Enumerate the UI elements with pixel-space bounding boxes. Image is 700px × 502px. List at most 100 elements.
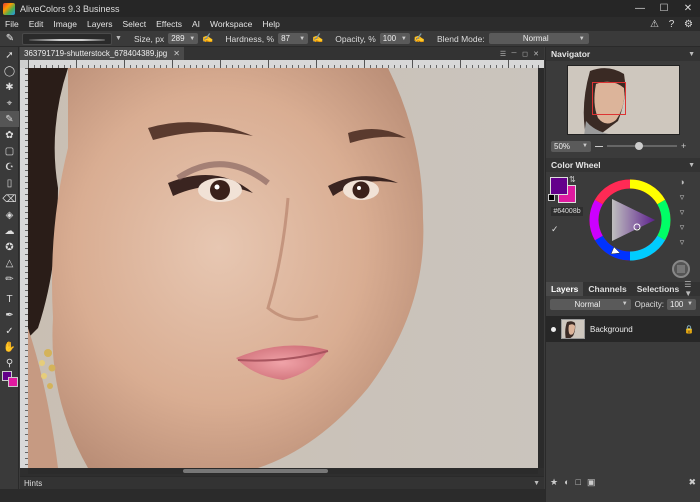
zoom-tool-icon[interactable]: ⚲	[0, 355, 19, 371]
close-tab-icon[interactable]: ✕	[173, 49, 180, 58]
layer-row[interactable]: Background 🔒	[546, 316, 700, 342]
size-input[interactable]: 289 ▼	[168, 33, 199, 44]
color-harmony-icon[interactable]: ▿	[676, 191, 688, 203]
zoom-slider-thumb[interactable]	[635, 142, 643, 150]
layers-footer-toolbar: ★ ◐ □ ▣ ✖	[546, 475, 700, 489]
gradient-tool-icon[interactable]: ▢	[0, 143, 19, 159]
panel-menu-icon[interactable]: ☰ ▼	[684, 280, 700, 298]
tab-list-icon[interactable]: ☰	[499, 50, 507, 58]
hue-wheel[interactable]	[589, 179, 671, 261]
menu-help[interactable]: Help	[257, 19, 284, 29]
tab-selections[interactable]: Selections	[632, 282, 685, 296]
hardness-input[interactable]: 87 ▼	[278, 33, 309, 44]
magic-wand-tool-icon[interactable]: ✱	[0, 79, 19, 95]
text-tool-icon[interactable]: T	[0, 291, 19, 307]
zoom-slider[interactable]	[607, 142, 677, 150]
color-wheel-mode-button[interactable]	[672, 260, 690, 278]
crop-tool-icon[interactable]: ⌖	[0, 95, 19, 111]
foreground-color-swatch[interactable]	[550, 177, 568, 195]
blur-tool-icon[interactable]: ✪	[0, 239, 19, 255]
hints-panel-header[interactable]: Hints ▼	[20, 476, 544, 489]
pencil-tool-icon[interactable]: ✏	[0, 271, 19, 287]
canvas-image[interactable]	[28, 68, 538, 468]
layer-blend-mode-value: Normal	[574, 299, 601, 309]
menu-file[interactable]: File	[0, 19, 24, 29]
color-hex-value[interactable]: #64008b	[551, 207, 583, 216]
minimize-document-icon[interactable]: ─	[510, 50, 518, 58]
layer-opacity-input[interactable]: 100 ▼	[667, 298, 696, 310]
color-mode-icon[interactable]: ◑	[676, 176, 688, 188]
sharpen-tool-icon[interactable]: △	[0, 255, 19, 271]
lock-icon[interactable]: 🔒	[684, 325, 694, 334]
new-group-icon[interactable]: □	[576, 477, 581, 487]
brush-preset-picker[interactable]	[22, 32, 112, 45]
color-harmony-icon[interactable]: ▿	[676, 221, 688, 233]
navigator-view-rectangle[interactable]	[592, 82, 626, 115]
retouch-tool-icon[interactable]: ◈	[0, 207, 19, 223]
minimize-button[interactable]: —	[628, 0, 652, 17]
selection-tool-icon[interactable]: ◯	[0, 63, 19, 79]
tab-channels[interactable]: Channels	[583, 282, 631, 296]
pen-pressure-icon[interactable]: ✍	[202, 33, 213, 44]
alert-icon[interactable]: ⚠	[649, 19, 660, 30]
adjustment-layer-icon[interactable]: ◐	[564, 477, 569, 487]
opacity-value: 100	[382, 34, 397, 43]
delete-layer-icon[interactable]: ✖	[688, 477, 696, 488]
chevron-down-icon[interactable]: ▼	[688, 162, 695, 169]
maximize-button[interactable]: ☐	[652, 0, 676, 17]
menu-select[interactable]: Select	[118, 19, 152, 29]
color-harmony-icon[interactable]: ▿	[676, 206, 688, 218]
brush-tool-icon[interactable]: ✎	[0, 111, 19, 127]
color-wheel-header[interactable]: Color Wheel ▼	[546, 158, 700, 172]
close-button[interactable]: ✕	[676, 0, 700, 17]
blend-mode-select[interactable]: Normal ▼	[488, 33, 589, 44]
zoom-out-icon[interactable]	[595, 145, 603, 147]
navigator-preview[interactable]	[567, 65, 680, 135]
new-layer-icon[interactable]: ▣	[587, 477, 596, 488]
opacity-label: Opacity, %	[335, 33, 376, 44]
zoom-select[interactable]: 50% ▼	[551, 140, 591, 152]
opacity-input[interactable]: 100 ▼	[379, 33, 410, 44]
tab-layers[interactable]: Layers	[546, 282, 584, 296]
menu-workspace[interactable]: Workspace	[205, 19, 257, 29]
stamp-tool-icon[interactable]: ▯	[0, 175, 19, 191]
pen-pressure-icon[interactable]: ✍	[414, 33, 425, 44]
move-tool-icon[interactable]: ➚	[0, 47, 19, 63]
chevron-down-icon[interactable]: ▼	[533, 480, 540, 487]
zoom-in-icon[interactable]: +	[681, 141, 686, 151]
eraser-tool-icon[interactable]: ⌫	[0, 191, 19, 207]
layer-visibility-toggle[interactable]	[546, 326, 560, 332]
hand-tool-icon[interactable]: ✋	[0, 339, 19, 355]
background-color-swatch[interactable]	[8, 377, 18, 387]
swap-colors-icon[interactable]: ⇅	[569, 175, 576, 184]
help-icon[interactable]: ?	[666, 19, 677, 30]
vertical-scrollbar[interactable]	[538, 68, 544, 468]
pen-pressure-icon[interactable]: ✍	[312, 33, 323, 44]
menu-edit[interactable]: Edit	[24, 19, 49, 29]
menu-ai[interactable]: AI	[187, 19, 205, 29]
paint-bucket-tool-icon[interactable]: ☪	[0, 159, 19, 175]
navigator-header[interactable]: Navigator ▼	[546, 47, 700, 61]
menu-image[interactable]: Image	[48, 19, 82, 29]
smudge-tool-icon[interactable]: ☁	[0, 223, 19, 239]
clone-tool-icon[interactable]: ✿	[0, 127, 19, 143]
pen-tool-icon[interactable]: ✒	[0, 307, 19, 323]
layer-blend-mode-select[interactable]: Normal ▼	[550, 298, 631, 310]
horizontal-scrollbar[interactable]	[28, 468, 538, 474]
document-tab[interactable]: 363791719-shutterstock_678404389.jpg ✕	[20, 47, 184, 60]
horizontal-ruler	[28, 60, 544, 68]
close-document-icon[interactable]: ✕	[532, 50, 540, 58]
settings-icon[interactable]: ⚙	[683, 19, 694, 30]
default-colors-icon[interactable]	[548, 194, 555, 201]
toolbox-color-swatches	[2, 371, 18, 389]
eyedropper-tool-icon[interactable]: ✓	[0, 323, 19, 339]
chevron-down-icon[interactable]: ▼	[688, 51, 695, 58]
chevron-down-icon[interactable]: ▼	[115, 35, 122, 42]
eyedropper-icon[interactable]: ✓	[551, 224, 559, 235]
menu-effects[interactable]: Effects	[151, 19, 187, 29]
horizontal-scrollbar-thumb[interactable]	[183, 469, 328, 473]
restore-document-icon[interactable]: ◻	[521, 50, 529, 58]
color-harmony-icon[interactable]: ▿	[676, 236, 688, 248]
menu-layers[interactable]: Layers	[82, 19, 118, 29]
layer-effects-icon[interactable]: ★	[550, 477, 558, 488]
